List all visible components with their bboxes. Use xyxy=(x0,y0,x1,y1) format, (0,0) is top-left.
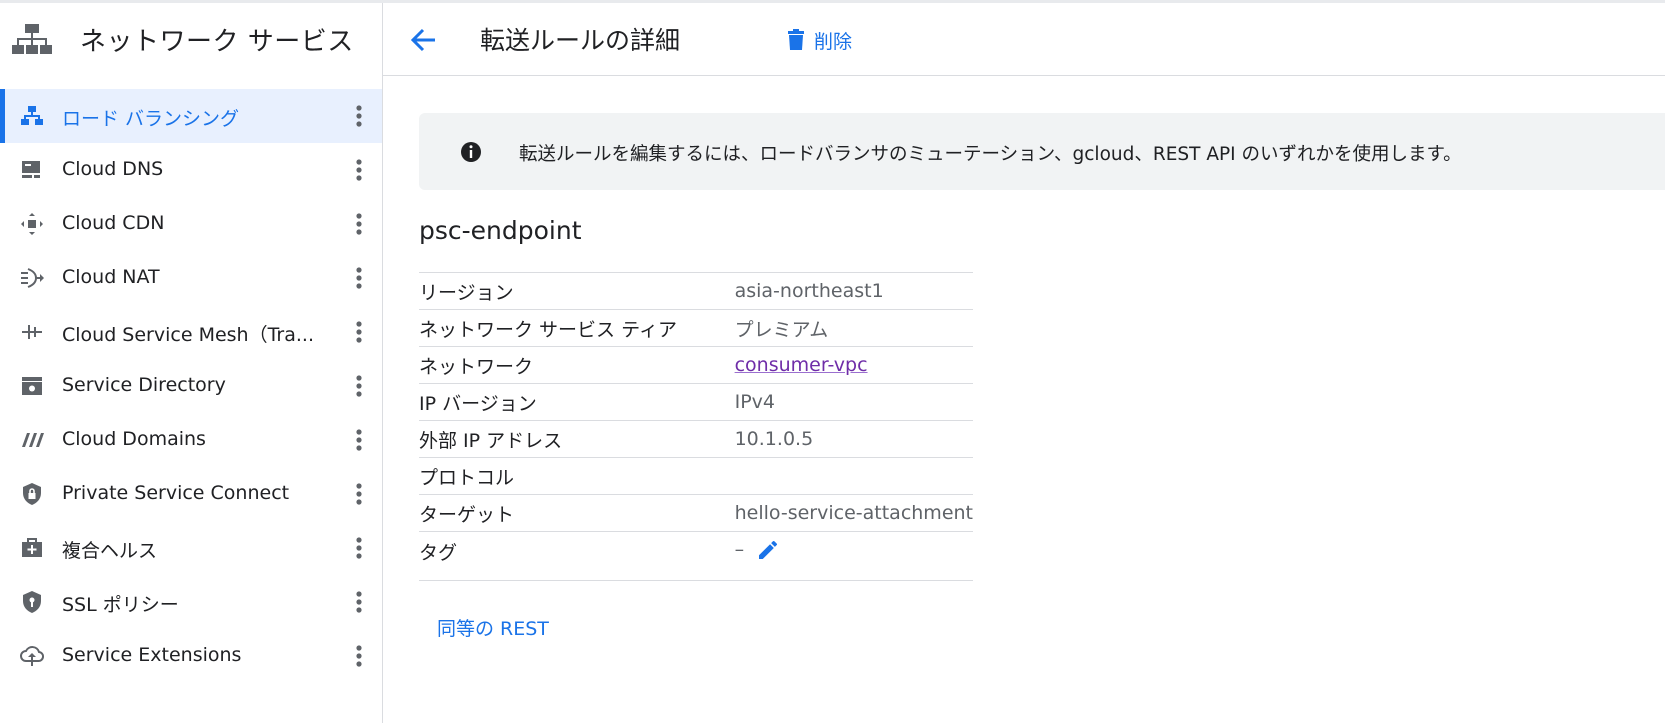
sidebar-header: ネットワーク サービス xyxy=(0,3,382,85)
sidebar-item-label: Cloud NAT xyxy=(62,266,160,288)
info-banner: 転送ルールを編集するには、ロードバランサのミューテーション、gcloud、RES… xyxy=(419,113,1665,190)
property-value: プレミアム xyxy=(734,309,973,347)
delete-button-label: 削除 xyxy=(814,30,853,53)
table-row: 外部 IP アドレス 10.1.0.5 xyxy=(419,420,973,458)
property-key: リージョン xyxy=(419,272,735,310)
table-row: IP バージョン IPv4 xyxy=(419,383,973,421)
more-vert-icon[interactable] xyxy=(350,589,368,615)
property-key: ネットワーク xyxy=(419,346,735,384)
sidebar-item-label: Service Extensions xyxy=(62,644,242,666)
property-value: asia-northeast1 xyxy=(734,272,973,310)
sidebar-item-service-directory[interactable]: Service Directory xyxy=(0,359,382,413)
domains-icon xyxy=(22,433,44,447)
more-vert-icon[interactable] xyxy=(350,265,368,291)
property-value xyxy=(734,457,973,495)
sidebar-list: ロード バランシング Cloud DNS Cloud CDN Cloud NAT… xyxy=(0,89,382,683)
sidebar-item-private-service-connect[interactable]: Private Service Connect xyxy=(0,467,382,521)
sidebar-item-label: Service Directory xyxy=(62,374,226,396)
info-icon xyxy=(461,142,481,162)
table-row: タグ – xyxy=(419,531,973,581)
service-mesh-icon xyxy=(22,325,42,339)
sidebar-item-label: 複合ヘルス xyxy=(62,540,158,562)
more-vert-icon[interactable] xyxy=(350,535,368,561)
service-directory-icon xyxy=(22,377,42,395)
network-services-icon xyxy=(12,24,52,54)
sidebar-item-label: SSL ポリシー xyxy=(62,594,179,616)
sidebar-item-cloud-domains[interactable]: Cloud Domains xyxy=(0,413,382,467)
composite-health-icon xyxy=(22,538,42,557)
trash-icon xyxy=(788,29,804,50)
info-banner-text: 転送ルールを編集するには、ロードバランサのミューテーション、gcloud、RES… xyxy=(519,144,1462,165)
equivalent-rest-link[interactable]: 同等の REST xyxy=(437,614,549,641)
more-vert-icon[interactable] xyxy=(350,319,368,345)
delete-button[interactable]: 削除 xyxy=(786,25,852,55)
table-row: プロトコル xyxy=(419,457,973,495)
nat-icon xyxy=(21,268,44,288)
property-value: 10.1.0.5 xyxy=(734,420,973,458)
sidebar-item-cloud-cdn[interactable]: Cloud CDN xyxy=(0,197,382,251)
dns-icon xyxy=(22,161,40,178)
sidebar: ネットワーク サービス ロード バランシング Cloud DNS Cloud C… xyxy=(0,3,383,723)
sidebar-item-load-balancing[interactable]: ロード バランシング xyxy=(0,89,382,143)
more-vert-icon[interactable] xyxy=(350,427,368,453)
back-arrow-icon[interactable] xyxy=(409,25,439,55)
table-row: リージョン asia-northeast1 xyxy=(419,272,973,310)
property-key: ネットワーク サービス ティア xyxy=(419,309,735,347)
sidebar-item-label: ロード バランシング xyxy=(62,108,240,130)
sidebar-item-label: Cloud Domains xyxy=(62,428,206,450)
load-balancing-icon xyxy=(21,106,43,125)
network-link[interactable]: consumer-vpc xyxy=(735,354,868,376)
cdn-icon xyxy=(21,213,43,235)
property-value-cell: consumer-vpc xyxy=(734,346,973,384)
more-vert-icon[interactable] xyxy=(350,103,368,129)
properties-table: リージョン asia-northeast1 ネットワーク サービス ティア プレ… xyxy=(419,272,973,581)
sidebar-item-cloud-nat[interactable]: Cloud NAT xyxy=(0,251,382,305)
more-vert-icon[interactable] xyxy=(350,373,368,399)
more-vert-icon[interactable] xyxy=(350,643,368,669)
property-key: ターゲット xyxy=(419,494,735,532)
sidebar-item-label: Cloud CDN xyxy=(62,212,165,234)
edit-pencil-icon[interactable] xyxy=(756,538,780,562)
more-vert-icon[interactable] xyxy=(350,211,368,237)
table-row: ネットワーク consumer-vpc xyxy=(419,346,973,384)
sidebar-item-ssl-policy[interactable]: SSL ポリシー xyxy=(0,575,382,629)
property-value: hello-service-attachment xyxy=(734,494,973,532)
property-value: IPv4 xyxy=(734,383,973,421)
sidebar-item-label: Cloud DNS xyxy=(62,158,164,180)
sidebar-item-label: Private Service Connect xyxy=(62,482,290,504)
sidebar-title: ネットワーク サービス xyxy=(80,27,354,57)
sidebar-item-label: Cloud Service Mesh（Tra... xyxy=(62,324,314,346)
property-key: 外部 IP アドレス xyxy=(419,420,735,458)
service-extensions-icon xyxy=(20,646,44,666)
property-key: プロトコル xyxy=(419,457,735,495)
property-value-cell: – xyxy=(734,531,973,581)
sidebar-item-cloud-service-mesh[interactable]: Cloud Service Mesh（Tra... xyxy=(0,305,382,359)
sidebar-item-service-extensions[interactable]: Service Extensions xyxy=(0,629,382,683)
resource-name: psc-endpoint xyxy=(419,216,582,245)
more-vert-icon[interactable] xyxy=(350,157,368,183)
sidebar-item-cloud-dns[interactable]: Cloud DNS xyxy=(0,143,382,197)
ssl-policy-icon xyxy=(23,591,41,613)
sidebar-item-composite-health[interactable]: 複合ヘルス xyxy=(0,521,382,575)
property-key: IP バージョン xyxy=(419,383,735,421)
table-row: ターゲット hello-service-attachment xyxy=(419,494,973,532)
private-service-connect-icon xyxy=(23,483,41,505)
page-header: 転送ルールの詳細 削除 xyxy=(383,3,1665,76)
page-title: 転送ルールの詳細 xyxy=(480,26,681,55)
table-row: ネットワーク サービス ティア プレミアム xyxy=(419,309,973,347)
property-key: タグ xyxy=(419,531,735,581)
tags-value: – xyxy=(734,538,745,561)
more-vert-icon[interactable] xyxy=(350,481,368,507)
